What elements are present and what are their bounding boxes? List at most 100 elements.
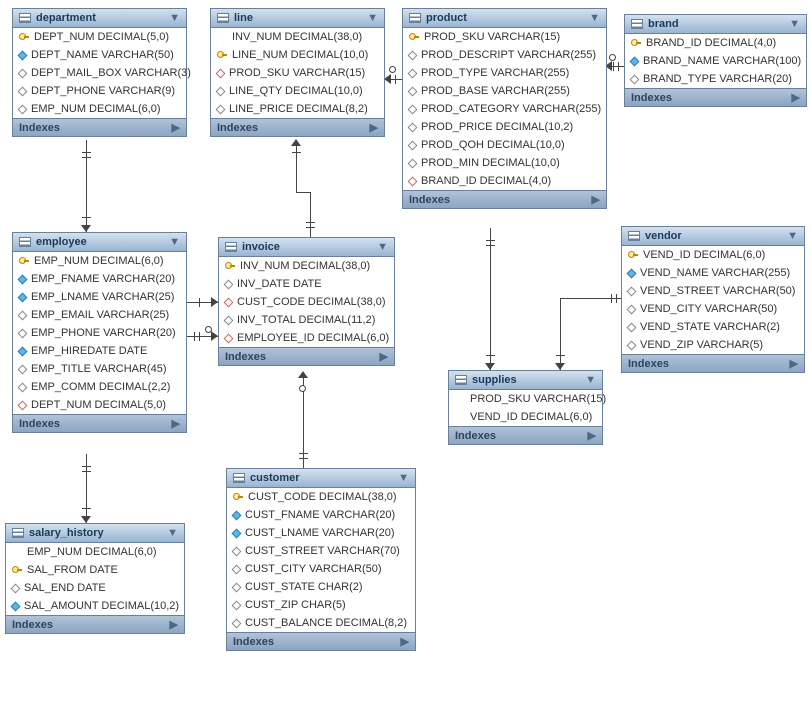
expand-arrow-icon[interactable]: ▶ bbox=[170, 618, 178, 631]
entity-header[interactable]: product ▼ bbox=[403, 9, 606, 28]
expand-arrow-icon[interactable]: ▶ bbox=[172, 121, 180, 134]
column-row[interactable]: CUST_FNAME VARCHAR(20) bbox=[227, 506, 415, 524]
entity-product[interactable]: product ▼ PROD_SKU VARCHAR(15)PROD_DESCR… bbox=[402, 8, 607, 209]
column-row[interactable]: INV_NUM DECIMAL(38,0) bbox=[219, 257, 394, 275]
column-row[interactable]: CUST_STREET VARCHAR(70) bbox=[227, 542, 415, 560]
column-row[interactable]: EMP_FNAME VARCHAR(20) bbox=[13, 270, 186, 288]
column-row[interactable]: CUST_CODE DECIMAL(38,0) bbox=[219, 293, 394, 311]
column-row[interactable]: DEPT_NUM DECIMAL(5,0) bbox=[13, 396, 186, 414]
column-row[interactable]: EMPLOYEE_ID DECIMAL(6,0) bbox=[219, 329, 394, 347]
column-row[interactable]: EMP_NUM DECIMAL(6,0) bbox=[6, 543, 184, 561]
entity-header[interactable]: department ▼ bbox=[13, 9, 186, 28]
column-row[interactable]: INV_DATE DATE bbox=[219, 275, 394, 293]
column-row[interactable]: DEPT_MAIL_BOX VARCHAR(3) bbox=[13, 64, 186, 82]
entity-footer[interactable]: Indexes ▶ bbox=[622, 354, 804, 372]
column-row[interactable]: BRAND_ID DECIMAL(4,0) bbox=[625, 34, 806, 52]
column-row[interactable]: SAL_END DATE bbox=[6, 579, 184, 597]
entity-header[interactable]: supplies ▼ bbox=[449, 371, 602, 390]
column-row[interactable]: VEND_ID DECIMAL(6,0) bbox=[622, 246, 804, 264]
entity-footer[interactable]: Indexes ▶ bbox=[211, 118, 384, 136]
column-row[interactable]: LINE_QTY DECIMAL(10,0) bbox=[211, 82, 384, 100]
collapse-arrow-icon[interactable]: ▼ bbox=[589, 12, 600, 24]
column-row[interactable]: BRAND_TYPE VARCHAR(20) bbox=[625, 70, 806, 88]
entity-department[interactable]: department ▼ DEPT_NUM DECIMAL(5,0)DEPT_N… bbox=[12, 8, 187, 137]
column-row[interactable]: EMP_LNAME VARCHAR(25) bbox=[13, 288, 186, 306]
column-row[interactable]: DEPT_PHONE VARCHAR(9) bbox=[13, 82, 186, 100]
column-row[interactable]: CUST_LNAME VARCHAR(20) bbox=[227, 524, 415, 542]
entity-header[interactable]: employee ▼ bbox=[13, 233, 186, 252]
column-row[interactable]: PROD_BASE VARCHAR(255) bbox=[403, 82, 606, 100]
column-row[interactable]: EMP_COMM DECIMAL(2,2) bbox=[13, 378, 186, 396]
column-row[interactable]: PROD_SKU VARCHAR(15) bbox=[211, 64, 384, 82]
entity-header[interactable]: vendor ▼ bbox=[622, 227, 804, 246]
entity-customer[interactable]: customer ▼ CUST_CODE DECIMAL(38,0)CUST_F… bbox=[226, 468, 416, 651]
column-row[interactable]: VEND_CITY VARCHAR(50) bbox=[622, 300, 804, 318]
column-row[interactable]: EMP_NUM DECIMAL(6,0) bbox=[13, 100, 186, 118]
column-row[interactable]: PROD_PRICE DECIMAL(10,2) bbox=[403, 118, 606, 136]
expand-arrow-icon[interactable]: ▶ bbox=[380, 350, 388, 363]
column-row[interactable]: BRAND_NAME VARCHAR(100) bbox=[625, 52, 806, 70]
collapse-arrow-icon[interactable]: ▼ bbox=[169, 12, 180, 24]
entity-salary-history[interactable]: salary_history ▼ EMP_NUM DECIMAL(6,0)SAL… bbox=[5, 523, 185, 634]
column-row[interactable]: INV_NUM DECIMAL(38,0) bbox=[211, 28, 384, 46]
entity-brand[interactable]: brand ▼ BRAND_ID DECIMAL(4,0)BRAND_NAME … bbox=[624, 14, 807, 107]
column-row[interactable]: EMP_EMAIL VARCHAR(25) bbox=[13, 306, 186, 324]
expand-arrow-icon[interactable]: ▶ bbox=[792, 91, 800, 104]
column-row[interactable]: VEND_NAME VARCHAR(255) bbox=[622, 264, 804, 282]
collapse-arrow-icon[interactable]: ▼ bbox=[169, 236, 180, 248]
collapse-arrow-icon[interactable]: ▼ bbox=[585, 374, 596, 386]
column-row[interactable]: LINE_PRICE DECIMAL(8,2) bbox=[211, 100, 384, 118]
entity-header[interactable]: brand ▼ bbox=[625, 15, 806, 34]
column-row[interactable]: SAL_FROM DATE bbox=[6, 561, 184, 579]
entity-header[interactable]: salary_history ▼ bbox=[6, 524, 184, 543]
entity-footer[interactable]: Indexes ▶ bbox=[13, 414, 186, 432]
collapse-arrow-icon[interactable]: ▼ bbox=[398, 472, 409, 484]
entity-footer[interactable]: Indexes ▶ bbox=[219, 347, 394, 365]
entity-footer[interactable]: Indexes ▶ bbox=[6, 615, 184, 633]
collapse-arrow-icon[interactable]: ▼ bbox=[787, 230, 798, 242]
entity-supplies[interactable]: supplies ▼ PROD_SKU VARCHAR(15)VEND_ID D… bbox=[448, 370, 603, 445]
entity-footer[interactable]: Indexes ▶ bbox=[403, 190, 606, 208]
column-row[interactable]: BRAND_ID DECIMAL(4,0) bbox=[403, 172, 606, 190]
entity-invoice[interactable]: invoice ▼ INV_NUM DECIMAL(38,0)INV_DATE … bbox=[218, 237, 395, 366]
column-row[interactable]: LINE_NUM DECIMAL(10,0) bbox=[211, 46, 384, 64]
expand-arrow-icon[interactable]: ▶ bbox=[588, 429, 596, 442]
column-row[interactable]: VEND_ID DECIMAL(6,0) bbox=[449, 408, 602, 426]
collapse-arrow-icon[interactable]: ▼ bbox=[377, 241, 388, 253]
expand-arrow-icon[interactable]: ▶ bbox=[370, 121, 378, 134]
expand-arrow-icon[interactable]: ▶ bbox=[401, 635, 409, 648]
entity-header[interactable]: customer ▼ bbox=[227, 469, 415, 488]
column-row[interactable]: PROD_SKU VARCHAR(15) bbox=[449, 390, 602, 408]
expand-arrow-icon[interactable]: ▶ bbox=[172, 417, 180, 430]
entity-footer[interactable]: Indexes ▶ bbox=[13, 118, 186, 136]
entity-employee[interactable]: employee ▼ EMP_NUM DECIMAL(6,0)EMP_FNAME… bbox=[12, 232, 187, 433]
column-row[interactable]: EMP_NUM DECIMAL(6,0) bbox=[13, 252, 186, 270]
column-row[interactable]: DEPT_NAME VARCHAR(50) bbox=[13, 46, 186, 64]
entity-vendor[interactable]: vendor ▼ VEND_ID DECIMAL(6,0)VEND_NAME V… bbox=[621, 226, 805, 373]
column-row[interactable]: CUST_STATE CHAR(2) bbox=[227, 578, 415, 596]
column-row[interactable]: DEPT_NUM DECIMAL(5,0) bbox=[13, 28, 186, 46]
column-row[interactable]: EMP_PHONE VARCHAR(20) bbox=[13, 324, 186, 342]
entity-footer[interactable]: Indexes ▶ bbox=[449, 426, 602, 444]
column-row[interactable]: VEND_STREET VARCHAR(50) bbox=[622, 282, 804, 300]
column-row[interactable]: CUST_ZIP CHAR(5) bbox=[227, 596, 415, 614]
expand-arrow-icon[interactable]: ▶ bbox=[592, 193, 600, 206]
column-row[interactable]: PROD_MIN DECIMAL(10,0) bbox=[403, 154, 606, 172]
column-row[interactable]: EMP_TITLE VARCHAR(45) bbox=[13, 360, 186, 378]
entity-header[interactable]: line ▼ bbox=[211, 9, 384, 28]
collapse-arrow-icon[interactable]: ▼ bbox=[367, 12, 378, 24]
column-row[interactable]: CUST_BALANCE DECIMAL(8,2) bbox=[227, 614, 415, 632]
expand-arrow-icon[interactable]: ▶ bbox=[790, 357, 798, 370]
column-row[interactable]: SAL_AMOUNT DECIMAL(10,2) bbox=[6, 597, 184, 615]
collapse-arrow-icon[interactable]: ▼ bbox=[167, 527, 178, 539]
entity-footer[interactable]: Indexes ▶ bbox=[227, 632, 415, 650]
column-row[interactable]: PROD_SKU VARCHAR(15) bbox=[403, 28, 606, 46]
column-row[interactable]: PROD_CATEGORY VARCHAR(255) bbox=[403, 100, 606, 118]
entity-header[interactable]: invoice ▼ bbox=[219, 238, 394, 257]
column-row[interactable]: PROD_TYPE VARCHAR(255) bbox=[403, 64, 606, 82]
entity-line[interactable]: line ▼ INV_NUM DECIMAL(38,0)LINE_NUM DEC… bbox=[210, 8, 385, 137]
column-row[interactable]: VEND_ZIP VARCHAR(5) bbox=[622, 336, 804, 354]
column-row[interactable]: EMP_HIREDATE DATE bbox=[13, 342, 186, 360]
column-row[interactable]: CUST_CODE DECIMAL(38,0) bbox=[227, 488, 415, 506]
column-row[interactable]: INV_TOTAL DECIMAL(11,2) bbox=[219, 311, 394, 329]
